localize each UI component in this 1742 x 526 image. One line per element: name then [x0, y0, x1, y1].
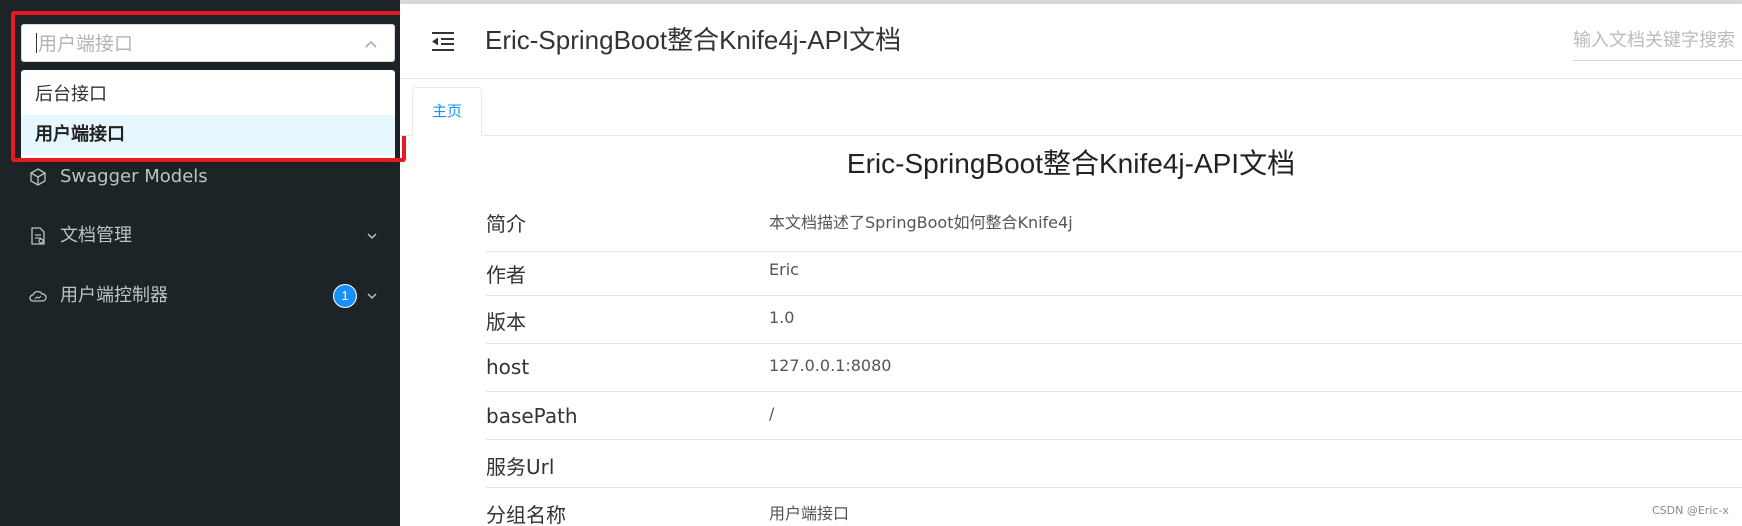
cloud-icon	[29, 290, 47, 302]
header: Eric-SpringBoot整合Knife4j-API文档 输入文档关键字搜索	[400, 4, 1742, 79]
doc-title: Eric-SpringBoot整合Knife4j-API文档	[846, 148, 1296, 179]
watermark: CSDN @Eric-x	[1652, 504, 1729, 517]
chevron-down-icon[interactable]	[364, 228, 380, 244]
group-dropdown: 后台接口 用户端接口	[21, 70, 395, 160]
group-select[interactable]: 用户端接口	[21, 24, 395, 62]
group-select-placeholder: 用户端接口	[38, 33, 134, 55]
tab-bar: 主页	[400, 79, 1742, 136]
row-value: 1.0	[769, 308, 795, 327]
chevron-down-icon[interactable]	[364, 288, 380, 304]
cube-icon	[30, 168, 46, 186]
chevron-up-icon[interactable]	[361, 34, 381, 54]
sidebar-item-label: 用户端控制器	[60, 285, 168, 306]
table-row: 简介 本文档描述了SpringBoot如何整合Knife4j	[486, 196, 1742, 252]
sidebar-item-user-controller[interactable]: 用户端控制器 1	[0, 276, 400, 316]
table-row: 作者 Eric	[486, 252, 1742, 296]
count-badge: 1	[334, 285, 356, 307]
dropdown-option-user[interactable]: 用户端接口	[21, 115, 395, 155]
table-row: 分组名称 用户端接口	[486, 488, 1742, 526]
text-cursor	[36, 33, 37, 53]
table-row: basePath /	[486, 392, 1742, 440]
row-key: host	[486, 355, 530, 379]
row-value: 用户端接口	[769, 504, 850, 523]
app-root: 用户端接口 后台接口 用户端接口 Swagger Models 文档管理 用户端…	[0, 0, 1742, 526]
table-row: host 127.0.0.1:8080	[486, 344, 1742, 392]
row-key: 作者	[486, 263, 526, 287]
table-row: 版本 1.0	[486, 296, 1742, 344]
row-key: 简介	[486, 212, 526, 236]
row-key: 分组名称	[486, 503, 566, 526]
menu-fold-icon[interactable]	[430, 30, 456, 52]
document-icon	[31, 227, 45, 245]
sidebar-item-label: Swagger Models	[60, 166, 208, 187]
row-key: 版本	[486, 310, 526, 334]
tab-home[interactable]: 主页	[412, 87, 482, 136]
sidebar-item-swagger-models[interactable]: Swagger Models	[0, 157, 400, 197]
row-value: 127.0.0.1:8080	[769, 356, 892, 375]
sidebar-item-doc-management[interactable]: 文档管理	[0, 216, 400, 256]
dropdown-option-admin[interactable]: 后台接口	[21, 75, 395, 115]
row-key: basePath	[486, 404, 578, 428]
row-key: 服务Url	[486, 455, 555, 479]
sidebar-item-label: 文档管理	[60, 225, 132, 246]
search-input[interactable]: 输入文档关键字搜索	[1573, 26, 1742, 61]
table-row: 服务Url	[486, 440, 1742, 488]
row-value: Eric	[769, 260, 799, 279]
sidebar: 用户端接口 后台接口 用户端接口 Swagger Models 文档管理 用户端…	[0, 0, 400, 526]
page-title: Eric-SpringBoot整合Knife4j-API文档	[485, 25, 902, 55]
row-value: /	[769, 404, 775, 423]
row-value: 本文档描述了SpringBoot如何整合Knife4j	[769, 213, 1073, 232]
